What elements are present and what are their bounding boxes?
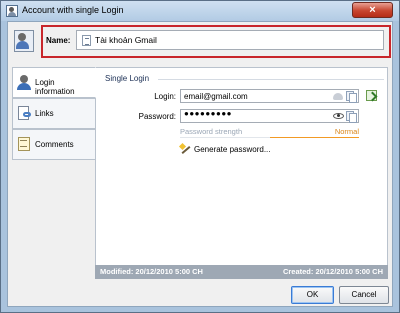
show-password-icon[interactable] (333, 113, 344, 119)
generate-password-label: Generate password... (194, 145, 271, 154)
ok-button[interactable]: OK (291, 286, 334, 304)
document-icon (82, 35, 91, 46)
login-information-panel: Single Login Login: email@gmail.com Pass… (95, 67, 388, 279)
tab-links[interactable]: Links (12, 98, 96, 129)
group-title-single-login: Single Login (105, 74, 150, 83)
open-url-icon[interactable] (366, 90, 377, 101)
password-strength-value: Normal (334, 127, 359, 136)
name-value: Tài khoản Gmail (95, 35, 157, 45)
password-label: Password: (138, 112, 176, 121)
password-field[interactable]: ●●●●●●●●● (180, 109, 359, 123)
login-label: Login: (154, 92, 176, 101)
links-icon (17, 106, 32, 121)
magic-wand-icon (180, 144, 191, 155)
title-bar[interactable]: Account with single Login × (1, 1, 399, 21)
login-value: email@gmail.com (184, 92, 248, 101)
tab-label-comments: Comments (35, 140, 74, 149)
status-bar: Modified: 20/12/2010 5:00 CH Created: 20… (95, 265, 388, 279)
modified-date: Modified: 20/12/2010 5:00 CH (100, 267, 203, 276)
account-card-icon (12, 28, 38, 54)
created-date: Created: 20/12/2010 5:00 CH (282, 267, 383, 276)
copy-password-icon[interactable] (346, 111, 357, 123)
dialog-window: Account with single Login × Name: Tài kh… (0, 0, 400, 313)
close-button[interactable]: × (352, 2, 393, 18)
tab-comments[interactable]: Comments (12, 129, 96, 160)
copy-icon[interactable] (346, 91, 357, 103)
password-strength: Password strength Normal (180, 127, 359, 138)
password-strength-label: Password strength (180, 127, 243, 136)
dialog-client-area: Name: Tài khoản Gmail Login information … (7, 21, 393, 307)
window-title: Account with single Login (22, 5, 124, 15)
password-strength-fill (269, 137, 359, 138)
cloud-icon[interactable] (333, 93, 343, 100)
comments-icon (17, 137, 32, 152)
account-app-icon (6, 5, 18, 17)
password-value: ●●●●●●●●● (184, 109, 232, 118)
person-icon (17, 75, 32, 90)
login-field[interactable]: email@gmail.com (180, 89, 359, 103)
tab-label-login-information: Login information (35, 78, 75, 96)
group-divider (158, 79, 384, 80)
card-person-head (18, 33, 26, 41)
card-person-body (16, 41, 29, 49)
tab-login-information[interactable]: Login information (12, 67, 96, 98)
name-label: Name: (46, 36, 71, 45)
side-tabs: Login information Links Comments (12, 67, 96, 267)
cancel-button[interactable]: Cancel (339, 286, 389, 304)
name-input[interactable]: Tài khoản Gmail (76, 30, 384, 50)
tab-label-links: Links (35, 109, 54, 118)
